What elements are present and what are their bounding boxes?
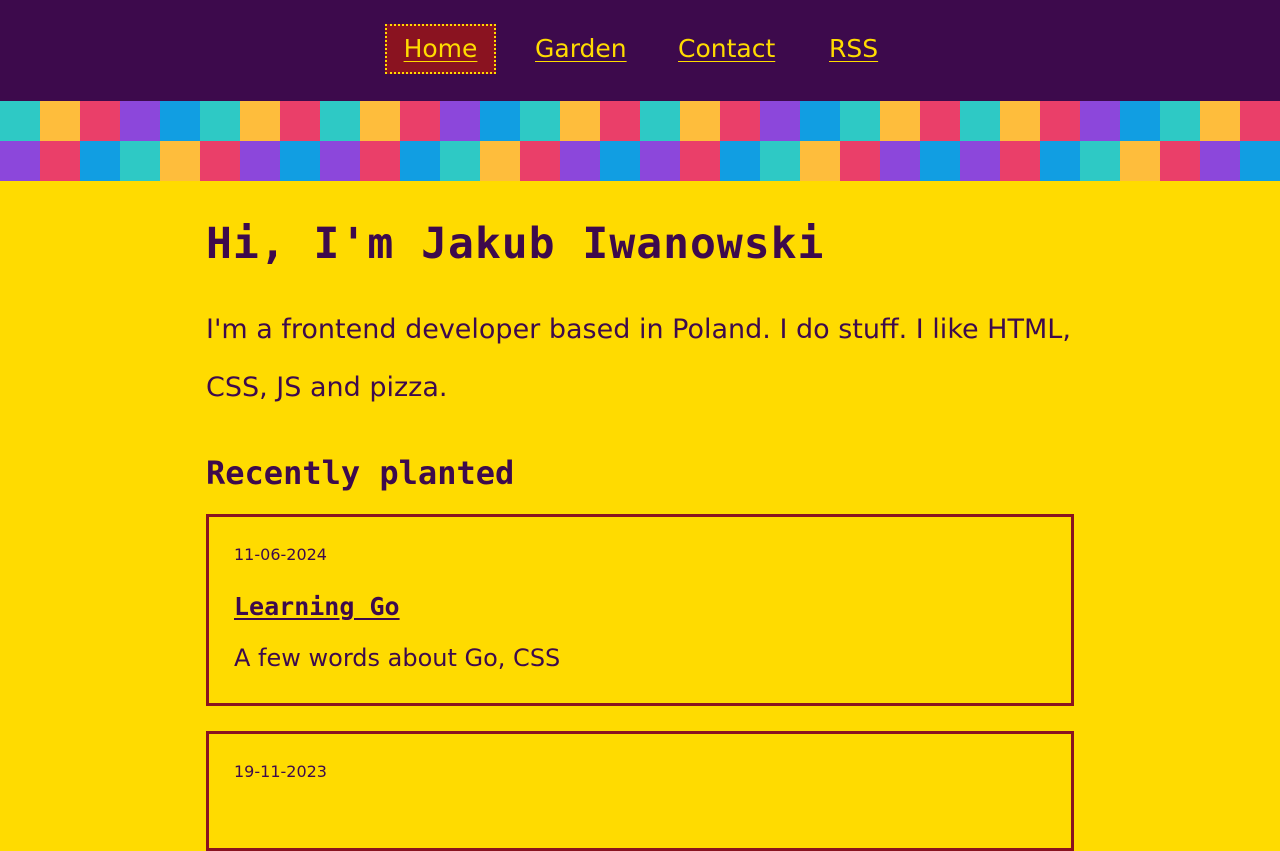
mosaic-tile <box>920 141 960 181</box>
mosaic-tile <box>1000 141 1040 181</box>
mosaic-tile <box>560 141 600 181</box>
mosaic-tile <box>40 141 80 181</box>
mosaic-tile <box>280 141 320 181</box>
mosaic-tile <box>0 141 40 181</box>
mosaic-tile <box>680 101 720 141</box>
mosaic-tile <box>600 101 640 141</box>
mosaic-tile <box>40 101 80 141</box>
decorative-mosaic-banner <box>0 101 1280 181</box>
mosaic-tile <box>1000 101 1040 141</box>
mosaic-tile <box>160 101 200 141</box>
post-date: 19-11-2023 <box>234 762 327 781</box>
mosaic-tile <box>280 101 320 141</box>
mosaic-tile <box>1200 101 1240 141</box>
nav-link-garden[interactable]: Garden <box>535 24 627 74</box>
main-nav: Home Garden Contact RSS <box>0 0 1280 101</box>
mosaic-tile <box>680 141 720 181</box>
mosaic-tile <box>840 101 880 141</box>
mosaic-tile <box>240 101 280 141</box>
mosaic-tile <box>400 101 440 141</box>
mosaic-tile <box>1240 101 1280 141</box>
mosaic-tile <box>0 101 40 141</box>
mosaic-tile <box>160 141 200 181</box>
mosaic-tile <box>480 141 520 181</box>
mosaic-tile <box>440 141 480 181</box>
mosaic-tile <box>880 101 920 141</box>
mosaic-tile <box>520 101 560 141</box>
mosaic-tile <box>80 101 120 141</box>
mosaic-tile <box>1120 141 1160 181</box>
mosaic-tile <box>720 101 760 141</box>
mosaic-tile <box>720 141 760 181</box>
mosaic-tile <box>760 101 800 141</box>
mosaic-tile <box>480 101 520 141</box>
post-date: 11-06-2024 <box>234 545 327 564</box>
mosaic-tile <box>1200 141 1240 181</box>
mosaic-tile <box>1240 141 1280 181</box>
mosaic-tile <box>320 101 360 141</box>
recently-planted-heading: Recently planted <box>206 454 515 492</box>
mosaic-tile <box>320 141 360 181</box>
mosaic-tile <box>1040 141 1080 181</box>
mosaic-tile <box>520 141 560 181</box>
page-title: Hi, I'm Jakub Iwanowski <box>206 219 825 269</box>
mosaic-tile <box>1120 101 1160 141</box>
mosaic-tile <box>920 101 960 141</box>
mosaic-tile <box>200 101 240 141</box>
mosaic-tile <box>80 141 120 181</box>
post-card: 11-06-2024 Learning Go A few words about… <box>206 514 1074 706</box>
mosaic-tile <box>200 141 240 181</box>
nav-link-home[interactable]: Home <box>385 24 496 74</box>
mosaic-tile <box>360 101 400 141</box>
mosaic-tile <box>960 141 1000 181</box>
mosaic-tile <box>640 101 680 141</box>
mosaic-tile <box>840 141 880 181</box>
mosaic-tile <box>600 141 640 181</box>
mosaic-tile <box>1080 141 1120 181</box>
mosaic-tile <box>120 141 160 181</box>
mosaic-tile <box>800 101 840 141</box>
post-title-link[interactable]: Learning Go <box>234 591 400 623</box>
mosaic-tile <box>1040 101 1080 141</box>
mosaic-tile <box>880 141 920 181</box>
mosaic-tile <box>640 141 680 181</box>
mosaic-tile <box>120 101 160 141</box>
nav-link-rss[interactable]: RSS <box>829 24 878 74</box>
mosaic-tile <box>800 141 840 181</box>
mosaic-tile <box>440 101 480 141</box>
mosaic-tile <box>1160 101 1200 141</box>
intro-text: I'm a frontend developer based in Poland… <box>206 314 1071 403</box>
mosaic-tile <box>1160 141 1200 181</box>
post-description: A few words about Go, CSS <box>234 644 561 672</box>
mosaic-tile <box>360 141 400 181</box>
mosaic-tile <box>760 141 800 181</box>
post-card: 19-11-2023 <box>206 731 1074 851</box>
mosaic-tile <box>1080 101 1120 141</box>
mosaic-tile <box>560 101 600 141</box>
mosaic-tile <box>960 101 1000 141</box>
mosaic-tile <box>400 141 440 181</box>
nav-link-contact[interactable]: Contact <box>678 24 775 74</box>
mosaic-tile <box>240 141 280 181</box>
